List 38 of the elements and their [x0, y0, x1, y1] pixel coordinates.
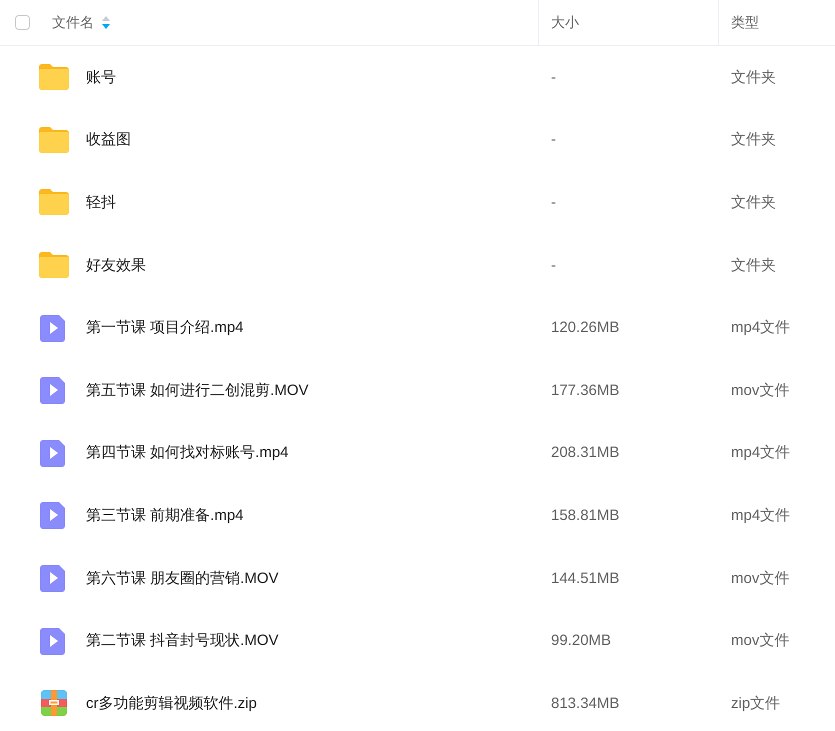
file-type: mov文件 — [730, 568, 790, 588]
file-type: mov文件 — [730, 631, 790, 650]
file-name[interactable]: 轻抖 — [86, 192, 116, 212]
file-type: mov文件 — [730, 380, 790, 400]
file-size: 120.26MB — [550, 319, 620, 336]
column-header[interactable]: 大小 — [551, 14, 579, 32]
file-size: - — [550, 256, 557, 274]
file-type: 文件夹 — [730, 130, 777, 150]
file-size: - — [550, 131, 557, 148]
file-size: 99.20MB — [550, 632, 612, 650]
file-type: 文件夹 — [730, 68, 777, 87]
file-type: mp4文件 — [730, 506, 792, 525]
file-size: 177.36MB — [550, 382, 620, 399]
file-type: zip文件 — [730, 694, 782, 713]
file-name[interactable]: 第四节课 如何找对标账号.mp4 — [86, 443, 289, 462]
file-name[interactable]: 第六节课 朋友圈的营销.MOV — [86, 568, 279, 588]
file-type: mp4文件 — [730, 318, 792, 338]
file-name[interactable]: 第一节课 项目介绍.mp4 — [86, 318, 244, 338]
file-name[interactable]: 第三节课 前期准备.mp4 — [86, 506, 244, 525]
file-name[interactable]: 账号 — [86, 68, 116, 87]
file-name[interactable]: 第二节课 抖音封号现状.MOV — [86, 631, 279, 650]
file-size: 158.81MB — [550, 506, 620, 524]
file-size: - — [550, 194, 557, 211]
file-type: 文件夹 — [730, 256, 777, 275]
column-header[interactable]: 类型 — [731, 14, 759, 32]
file-size: 208.31MB — [550, 444, 620, 462]
column-header[interactable]: 文件名 — [52, 14, 94, 32]
select-all-checkbox[interactable] — [15, 15, 30, 30]
file-name[interactable]: cr多功能剪辑视频软件.zip — [86, 694, 257, 713]
file-type: mp4文件 — [730, 443, 792, 462]
sort-icon[interactable] — [102, 16, 110, 29]
file-size: 144.51MB — [550, 570, 620, 587]
file-name[interactable]: 好友效果 — [86, 256, 146, 275]
file-size: 813.34MB — [550, 694, 620, 712]
file-size: - — [550, 68, 557, 86]
file-type: 文件夹 — [730, 192, 777, 212]
file-name[interactable]: 收益图 — [86, 130, 131, 150]
file-name[interactable]: 第五节课 如何进行二创混剪.MOV — [86, 380, 309, 400]
